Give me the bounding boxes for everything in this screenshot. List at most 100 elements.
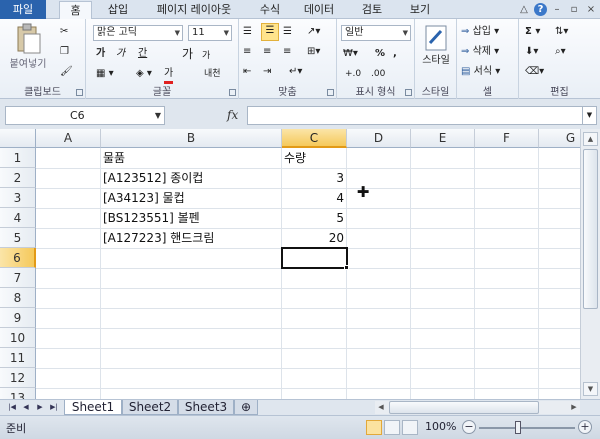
percent-button[interactable]: % — [375, 47, 385, 61]
number-launcher-icon[interactable] — [405, 89, 412, 96]
cell-b3[interactable]: [A34123] 물컵 — [101, 188, 281, 208]
row-header-13[interactable]: 13 — [0, 388, 36, 399]
row-header-11[interactable]: 11 — [0, 348, 36, 368]
phonetic-guide-button[interactable]: 내천 — [204, 67, 221, 81]
horizontal-scrollbar[interactable]: ◀ ▶ — [375, 401, 580, 414]
underline-button[interactable]: 간 — [138, 47, 147, 61]
zoom-level[interactable]: 100% — [425, 420, 456, 433]
format-painter-icon[interactable]: 🖌 — [60, 65, 73, 79]
italic-button[interactable]: 가 — [116, 47, 125, 61]
row-header-5[interactable]: 5 — [0, 228, 36, 248]
insert-cells-button[interactable]: ⇒ 삽입 ▾ — [461, 25, 499, 39]
row-header-1[interactable]: 1 — [0, 148, 36, 168]
tab-view[interactable]: 보기 — [402, 1, 438, 19]
scroll-down-icon[interactable]: ▼ — [583, 382, 598, 396]
column-header-c[interactable]: C — [282, 129, 347, 148]
row-header-3[interactable]: 3 — [0, 188, 36, 208]
wrap-text-icon[interactable]: ↵▾ — [289, 65, 302, 79]
align-top-icon[interactable]: ☰ — [243, 25, 252, 39]
cell-c4[interactable]: 5 — [282, 208, 346, 228]
page-break-preview-icon[interactable] — [402, 420, 418, 435]
cell-c1[interactable]: 수량 — [282, 148, 346, 168]
zoom-in-icon[interactable]: + — [578, 420, 592, 434]
page-layout-view-icon[interactable] — [384, 420, 400, 435]
tab-data[interactable]: 데이터 — [296, 1, 342, 19]
minimize-ribbon-icon[interactable]: △ — [517, 3, 531, 17]
minimize-icon[interactable]: – — [550, 3, 564, 17]
row-header-9[interactable]: 9 — [0, 308, 36, 328]
row-header-10[interactable]: 10 — [0, 328, 36, 348]
cell-b4[interactable]: [BS123551] 볼펜 — [101, 208, 281, 228]
alignment-launcher-icon[interactable] — [327, 89, 334, 96]
delete-cells-button[interactable]: ⇒ 삭제 ▾ — [461, 45, 499, 59]
insert-function-icon[interactable]: fx — [227, 108, 238, 122]
worksheet-grid[interactable]: A B C D E F G 1 2 3 4 5 6 7 8 9 10 11 12… — [0, 129, 580, 399]
restore-icon[interactable]: ▫ — [567, 3, 581, 17]
zoom-slider-thumb[interactable] — [515, 421, 521, 434]
align-center-icon[interactable]: ≡ — [263, 45, 271, 59]
align-left-icon[interactable]: ≡ — [243, 45, 251, 59]
normal-view-icon[interactable] — [366, 420, 382, 435]
scroll-up-icon[interactable]: ▲ — [583, 132, 598, 146]
column-header-d[interactable]: D — [347, 129, 411, 148]
sheet-tab-sheet1[interactable]: Sheet1 — [64, 400, 122, 415]
find-select-icon[interactable]: ⌕▾ — [555, 45, 566, 59]
align-bottom-icon[interactable]: ☰ — [283, 25, 292, 39]
decrease-indent-icon[interactable]: ⇤ — [243, 65, 251, 79]
font-name-combo[interactable]: 맑은 고딕 ▼ — [93, 25, 183, 41]
font-color-button[interactable]: 가 — [164, 67, 174, 84]
font-size-combo[interactable]: 11 ▼ — [188, 25, 232, 41]
merge-center-icon[interactable]: ⊞▾ — [307, 45, 320, 59]
clear-icon[interactable]: ⌫▾ — [525, 65, 544, 79]
column-header-f[interactable]: F — [475, 129, 539, 148]
column-header-g[interactable]: G — [539, 129, 580, 148]
number-format-combo[interactable]: 일반 ▼ — [341, 25, 411, 41]
last-sheet-icon[interactable]: ▶| — [48, 401, 60, 414]
align-right-icon[interactable]: ≡ — [283, 45, 291, 59]
sort-filter-icon[interactable]: ⇅▾ — [555, 25, 568, 39]
sheet-tab-sheet3[interactable]: Sheet3 — [178, 400, 234, 415]
formula-input[interactable] — [247, 106, 583, 125]
tab-file[interactable]: 파일 — [0, 0, 46, 19]
tab-formulas[interactable]: 수식 — [250, 1, 290, 19]
shrink-font-button[interactable]: 가 — [202, 49, 210, 63]
font-launcher-icon[interactable] — [229, 89, 236, 96]
fill-handle[interactable] — [344, 265, 349, 270]
insert-sheet-icon[interactable]: ⊕ — [234, 400, 258, 415]
scroll-left-icon[interactable]: ◀ — [375, 401, 387, 414]
tab-review[interactable]: 검토 — [354, 1, 390, 19]
cell-b2[interactable]: [A123512] 종이컵 — [101, 168, 281, 188]
name-box[interactable]: C6 ▼ — [5, 106, 165, 125]
sheet-tab-sheet2[interactable]: Sheet2 — [122, 400, 178, 415]
zoom-slider-track[interactable] — [479, 427, 575, 429]
increase-decimal-icon[interactable]: +.0 — [345, 67, 361, 81]
borders-icon[interactable]: ▦ ▾ — [96, 67, 114, 81]
cell-b5[interactable]: [A127223] 핸드크림 — [101, 228, 281, 248]
first-sheet-icon[interactable]: |◀ — [6, 401, 18, 414]
close-icon[interactable]: × — [584, 3, 598, 17]
orientation-icon[interactable]: ↗▾ — [307, 25, 320, 39]
active-cell-c6[interactable] — [281, 247, 348, 269]
scroll-right-icon[interactable]: ▶ — [568, 401, 580, 414]
fill-color-icon[interactable]: ◈ ▾ — [136, 67, 152, 81]
cell-c3[interactable]: 4 — [282, 188, 346, 208]
currency-icon[interactable]: ₩▾ — [343, 47, 358, 61]
paste-button[interactable]: 붙여넣기 — [6, 23, 50, 79]
styles-button[interactable]: 스타일 — [417, 25, 455, 81]
decrease-decimal-icon[interactable]: .00 — [371, 67, 385, 81]
format-cells-button[interactable]: ▤ 서식 ▾ — [461, 65, 500, 79]
row-header-12[interactable]: 12 — [0, 368, 36, 388]
comma-button[interactable]: , — [393, 47, 397, 61]
tab-insert[interactable]: 삽입 — [98, 1, 138, 19]
clipboard-launcher-icon[interactable] — [76, 89, 83, 96]
prev-sheet-icon[interactable]: ◀ — [20, 401, 32, 414]
row-header-4[interactable]: 4 — [0, 208, 36, 228]
copy-icon[interactable]: ❐ — [60, 45, 69, 59]
expand-formula-bar-icon[interactable]: ▼ — [583, 106, 597, 125]
column-header-e[interactable]: E — [411, 129, 475, 148]
column-header-a[interactable]: A — [36, 129, 101, 148]
align-middle-icon[interactable]: ☰ — [261, 23, 279, 41]
tab-page-layout[interactable]: 페이지 레이아웃 — [142, 1, 246, 19]
next-sheet-icon[interactable]: ▶ — [34, 401, 46, 414]
cell-c5[interactable]: 20 — [282, 228, 346, 248]
